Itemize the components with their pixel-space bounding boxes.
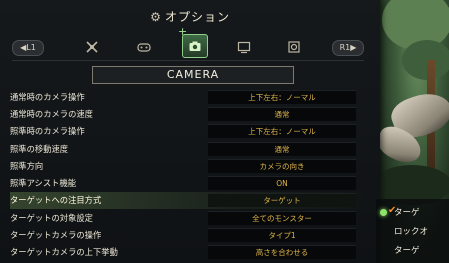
- settings-list: 通常時のカメラ操作 上下左右：ノーマル 通常時のカメラの速度 通常 照準時のカメ…: [10, 88, 370, 261]
- setting-value[interactable]: 高さを合わせる: [208, 245, 356, 260]
- setting-row[interactable]: 照準時のカメラ操作 上下左右：ノーマル: [10, 123, 370, 140]
- setting-label: ターゲットの対象設定: [10, 212, 93, 223]
- tab-bar: ◀L1 + R1▶: [12, 25, 364, 58]
- setting-label: 通常時のカメラ操作: [10, 91, 85, 102]
- setting-row[interactable]: ターゲットの対象設定 全てのモンスター: [10, 209, 370, 226]
- prev-tab-label: L1: [26, 43, 36, 52]
- setting-label: 通常時のカメラの速度: [10, 108, 93, 119]
- hunter-icon: [86, 41, 98, 53]
- setting-row[interactable]: 照準方向 カメラの向き: [10, 157, 370, 174]
- popup-item[interactable]: ロックオ: [394, 225, 428, 237]
- controller-icon: [137, 43, 151, 52]
- divider: [12, 60, 364, 61]
- tab-display[interactable]: [234, 38, 254, 56]
- section-title: CAMERA: [92, 66, 294, 84]
- setting-value[interactable]: 通常: [208, 141, 356, 156]
- setting-value[interactable]: カメラの向き: [208, 158, 356, 173]
- tab-camera[interactable]: [178, 25, 208, 58]
- setting-value[interactable]: ON: [208, 176, 356, 191]
- setting-value[interactable]: タイプ1: [208, 228, 356, 243]
- panel-title: ⚙ オプション: [0, 8, 380, 25]
- setting-label: 照準時のカメラ操作: [10, 126, 85, 137]
- setting-value[interactable]: 通常: [208, 106, 356, 121]
- setting-label: 照準方向: [10, 160, 44, 171]
- setting-row[interactable]: 通常時のカメラ操作 上下左右：ノーマル: [10, 88, 370, 105]
- tab-controller[interactable]: [134, 38, 154, 56]
- setting-row-selected[interactable]: ターゲットへの注目方式 ターゲット: [10, 191, 370, 210]
- next-tab-label: R1: [339, 43, 351, 52]
- sound-icon: [288, 41, 300, 53]
- gear-icon: ⚙: [150, 10, 162, 24]
- panel-title-text: オプション: [164, 10, 230, 24]
- setting-row[interactable]: 照準アシスト機能 ON: [10, 174, 370, 191]
- next-tab-button[interactable]: R1▶: [332, 40, 364, 56]
- popup-item[interactable]: ターゲ: [394, 206, 420, 218]
- popup-item[interactable]: ターゲ: [394, 244, 420, 256]
- setting-value[interactable]: 全てのモンスター: [208, 210, 356, 225]
- tab-sound[interactable]: [284, 38, 304, 56]
- setting-row[interactable]: ターゲットカメラの操作 タイプ1: [10, 226, 370, 243]
- options-panel: ⚙ オプション ◀L1 + R1▶ CAMERA 通常時のカメラ操作 上下左右：…: [0, 0, 380, 263]
- setting-value[interactable]: 上下左右：ノーマル: [208, 124, 356, 139]
- setting-row[interactable]: 通常時のカメラの速度 通常: [10, 105, 370, 122]
- status-dot-icon: [380, 209, 387, 216]
- setting-value[interactable]: ターゲット: [208, 193, 356, 208]
- setting-label: 照準の移動速度: [10, 143, 69, 154]
- setting-value[interactable]: 上下左右：ノーマル: [208, 89, 356, 104]
- target-popup: ✔ ターゲ ロックオ ターゲ: [376, 199, 449, 263]
- setting-label: ターゲットカメラの上下挙動: [10, 247, 118, 258]
- display-icon: [237, 41, 251, 54]
- prev-tab-button[interactable]: ◀L1: [12, 40, 44, 56]
- tab-hunter[interactable]: [82, 38, 102, 56]
- setting-row[interactable]: ターゲットカメラの上下挙動 高さを合わせる: [10, 244, 370, 261]
- setting-row[interactable]: 照準の移動速度 通常: [10, 140, 370, 157]
- setting-label: 照準アシスト機能: [10, 178, 77, 189]
- setting-label: ターゲットカメラの操作: [10, 230, 102, 241]
- camera-icon: [189, 41, 201, 51]
- setting-label: ターゲットへの注目方式: [10, 195, 102, 206]
